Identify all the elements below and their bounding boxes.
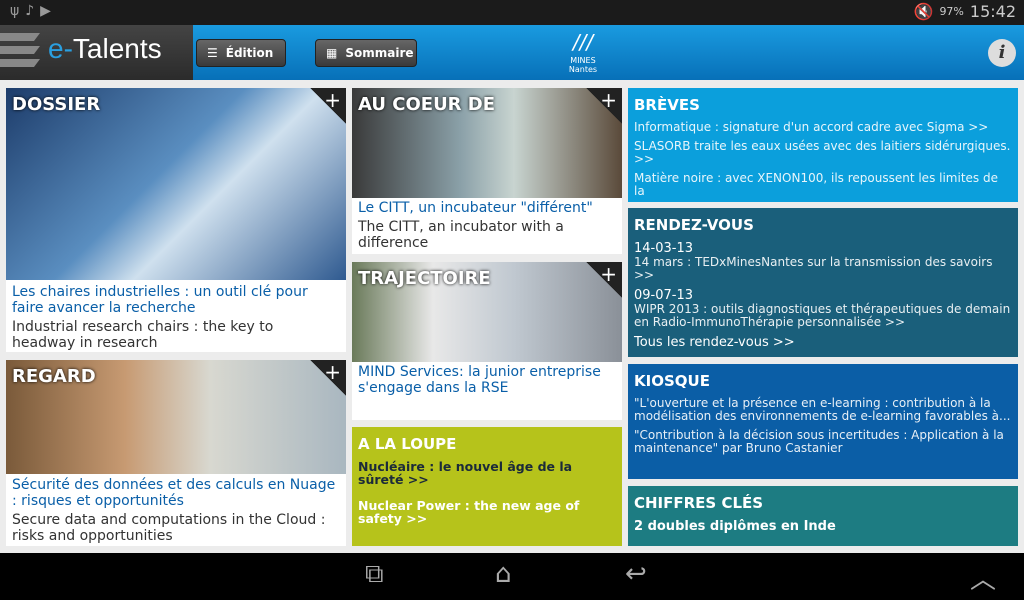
status-right: 🔇 97% 15:42 (914, 2, 1016, 21)
plus-icon[interactable]: + (310, 88, 346, 124)
breve-item[interactable]: Matière noire : avec XENON100, ils repou… (634, 172, 1012, 198)
battery-level: 97% (939, 5, 964, 18)
plus-icon[interactable]: + (310, 360, 346, 396)
sommaire-button[interactable]: ▦ Sommaire (315, 39, 417, 67)
grid-icon: ☰ (207, 46, 218, 60)
rendez-vous-panel: RENDEZ-VOUS 14-03-13 14 mars : TEDxMines… (628, 208, 1018, 357)
tiles-icon: ▦ (326, 46, 338, 60)
all-rdv-link[interactable]: Tous les rendez-vous >> (634, 335, 1012, 350)
back-icon[interactable]: ↩ (625, 559, 647, 589)
info-button[interactable]: i (988, 39, 1016, 67)
kiosque-item[interactable]: "L'ouverture et la présence en e-learnin… (634, 397, 1012, 423)
coeur-title-en: The CITT, an incubator with a difference (358, 219, 564, 251)
app-title: e-Talents (48, 33, 162, 64)
dossier-title-en: Industrial research chairs : the key to … (12, 319, 274, 351)
chiffre-item[interactable]: 2 doubles diplômes en Inde (634, 519, 1012, 534)
recent-apps-icon[interactable]: ⧉ (365, 559, 384, 590)
notification-icons: ψ♪▶ (10, 3, 57, 19)
regard-title-fr[interactable]: Sécurité des données et des calculs en N… (12, 477, 340, 509)
dossier-image (6, 88, 346, 280)
kiosque-item[interactable]: "Contribution à la décision sous incerti… (634, 429, 1012, 455)
coeur-title-fr[interactable]: Le CITT, un incubateur "différent" (358, 200, 616, 216)
dossier-card[interactable]: DOSSIER + Les chaires industrielles : un… (6, 88, 346, 352)
chiffres-cles-panel: CHIFFRES CLÉS 2 doubles diplômes en Inde (628, 486, 1018, 546)
trajectoire-title[interactable]: MIND Services: la junior entreprise s'en… (358, 364, 616, 396)
brand[interactable]: e-Talents (0, 25, 193, 80)
breves-panel: BRÈVES Informatique : signature d'un acc… (628, 88, 1018, 202)
plus-icon[interactable]: + (586, 88, 622, 124)
chevron-up-icon[interactable]: ︿ (970, 559, 996, 596)
menu-icon[interactable] (0, 33, 40, 72)
loupe-item[interactable]: Nucléaire : le nouvel âge de la sûreté >… (358, 460, 616, 486)
edition-button[interactable]: ☰ Édition (196, 39, 286, 67)
mines-nantes-logo: ///MINES Nantes (568, 30, 598, 74)
clock: 15:42 (969, 2, 1016, 21)
kiosque-panel: KIOSQUE "L'ouverture et la présence en e… (628, 364, 1018, 479)
regard-title-en: Secure data and computations in the Clou… (12, 512, 326, 544)
home-icon[interactable]: ⌂ (495, 559, 512, 589)
plus-icon[interactable]: + (586, 262, 622, 298)
rdv-item[interactable]: WIPR 2013 : outils diagnostiques et thér… (634, 303, 1012, 329)
status-bar: ψ♪▶ 🔇 97% 15:42 (0, 0, 1024, 25)
app-header: e-Talents ☰ Édition ▦ Sommaire ///MINES Nan… (0, 25, 1024, 80)
regard-card[interactable]: REGARD + Sécurité des données et des cal… (6, 360, 346, 546)
mute-icon: 🔇 (913, 2, 934, 21)
breve-item[interactable]: SLASORB traite les eaux usées avec des l… (634, 140, 1012, 166)
loupe-item[interactable]: Nuclear Power : the new age of safety >> (358, 499, 616, 525)
breve-item[interactable]: Informatique : signature d'un accord cad… (634, 121, 1012, 134)
au-coeur-de-card[interactable]: AU COEUR DE + Le CITT, un incubateur "di… (352, 88, 622, 254)
a-la-loupe-panel: A LA LOUPE Nucléaire : le nouvel âge de … (352, 427, 622, 546)
dossier-title-fr[interactable]: Les chaires industrielles : un outil clé… (12, 284, 340, 316)
trajectoire-card[interactable]: TRAJECTOIRE + MIND Services: la junior e… (352, 262, 622, 420)
android-nav-bar: ⧉ ⌂ ↩ ︿ (0, 553, 1024, 600)
rdv-item[interactable]: 14 mars : TEDxMinesNantes sur la transmi… (634, 256, 1012, 282)
